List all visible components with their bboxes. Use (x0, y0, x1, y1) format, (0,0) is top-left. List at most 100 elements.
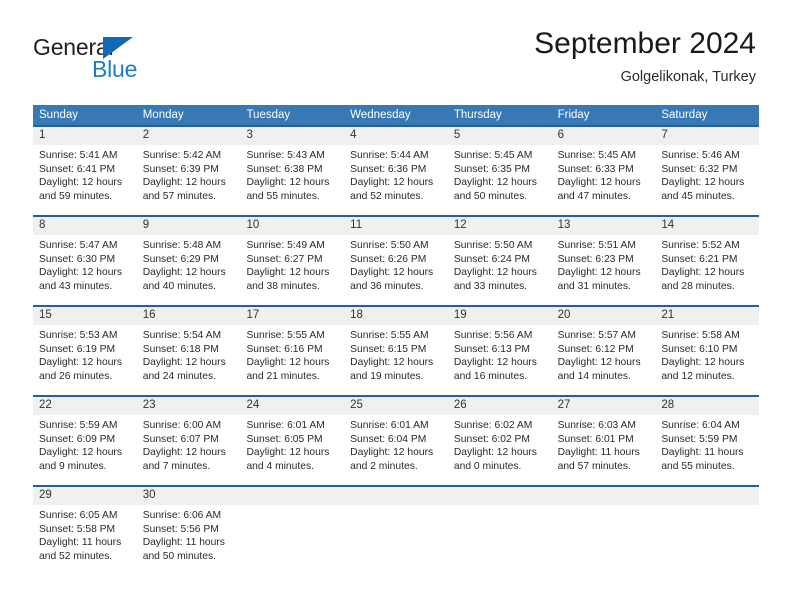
weekday-header-wednesday: Wednesday (344, 105, 448, 125)
daylight-text-line1: Daylight: 12 hours (557, 357, 641, 369)
calendar-week-row: 1 Sunrise: 5:41 AM Sunset: 6:41 PM Dayli… (33, 125, 760, 215)
day-cell[interactable]: 21 Sunrise: 5:58 AM Sunset: 6:10 PM Dayl… (655, 305, 760, 395)
weekday-header-saturday: Saturday (655, 105, 760, 125)
day-details: Sunrise: 5:43 AM Sunset: 6:38 PM Dayligh… (240, 145, 344, 203)
day-cell[interactable]: 4 Sunrise: 5:44 AM Sunset: 6:36 PM Dayli… (344, 125, 448, 215)
daylight-text-line2: and 45 minutes. (661, 190, 735, 202)
day-cell[interactable]: 27 Sunrise: 6:03 AM Sunset: 6:01 PM Dayl… (551, 395, 656, 485)
location-subtitle: Golgelikonak, Turkey (620, 69, 756, 85)
day-cell[interactable]: 28 Sunrise: 6:04 AM Sunset: 5:59 PM Dayl… (655, 395, 760, 485)
sunset-text: Sunset: 6:19 PM (39, 343, 116, 355)
daylight-text-line1: Daylight: 12 hours (142, 357, 226, 369)
day-cell[interactable]: 13 Sunrise: 5:51 AM Sunset: 6:23 PM Dayl… (551, 215, 656, 305)
weekday-header-tuesday: Tuesday (240, 105, 345, 125)
day-number: 20 (551, 305, 656, 325)
daylight-text-line2: and 36 minutes. (350, 280, 424, 292)
day-cell[interactable]: 9 Sunrise: 5:48 AM Sunset: 6:29 PM Dayli… (136, 215, 241, 305)
daylight-text-line2: and 0 minutes. (453, 460, 522, 472)
day-cell[interactable]: 19 Sunrise: 5:56 AM Sunset: 6:13 PM Dayl… (447, 305, 552, 395)
sunset-text: Sunset: 6:33 PM (557, 163, 634, 175)
daylight-text-line2: and 55 minutes. (661, 460, 735, 472)
weekday-header-sunday: Sunday (33, 105, 137, 125)
day-cell[interactable]: 7 Sunrise: 5:46 AM Sunset: 6:32 PM Dayli… (655, 125, 760, 215)
daylight-text-line1: Daylight: 12 hours (142, 267, 226, 279)
sunset-text: Sunset: 6:26 PM (350, 253, 427, 265)
day-details: Sunrise: 5:53 AM Sunset: 6:19 PM Dayligh… (33, 325, 137, 383)
daylight-text-line1: Daylight: 12 hours (661, 357, 745, 369)
weekday-header-monday: Monday (136, 105, 241, 125)
sunrise-text: Sunrise: 5:53 AM (39, 330, 118, 341)
day-cell[interactable]: 23 Sunrise: 6:00 AM Sunset: 6:07 PM Dayl… (136, 395, 241, 485)
day-cell-empty (240, 485, 345, 573)
sunrise-text: Sunrise: 5:42 AM (142, 150, 222, 161)
day-cell[interactable]: 8 Sunrise: 5:47 AM Sunset: 6:30 PM Dayli… (33, 215, 137, 305)
day-cell[interactable]: 20 Sunrise: 5:57 AM Sunset: 6:12 PM Dayl… (551, 305, 656, 395)
sunrise-text: Sunrise: 5:45 AM (453, 150, 533, 161)
daylight-text-line2: and 50 minutes. (142, 550, 216, 562)
sunrise-text: Sunrise: 5:48 AM (142, 240, 222, 251)
daylight-text-line2: and 33 minutes. (453, 280, 528, 292)
daylight-text-line1: Daylight: 12 hours (661, 267, 745, 279)
daylight-text-line2: and 16 minutes. (453, 370, 528, 382)
day-cell[interactable]: 30 Sunrise: 6:06 AM Sunset: 5:56 PM Dayl… (136, 485, 241, 573)
general-blue-logo[interactable]: General Blue (33, 34, 193, 86)
day-cell[interactable]: 18 Sunrise: 5:55 AM Sunset: 6:15 PM Dayl… (344, 305, 448, 395)
daylight-text-line1: Daylight: 12 hours (350, 267, 434, 279)
day-details: Sunrise: 5:49 AM Sunset: 6:27 PM Dayligh… (240, 235, 344, 293)
title-block: September 2024 Golgelikonak, Turkey (534, 26, 756, 87)
sunrise-text: Sunrise: 5:43 AM (246, 150, 325, 161)
sunset-text: Sunset: 6:27 PM (246, 253, 323, 265)
day-number: 13 (551, 215, 656, 235)
day-number: 24 (240, 395, 345, 415)
day-number (655, 485, 760, 505)
day-cell[interactable]: 24 Sunrise: 6:01 AM Sunset: 6:05 PM Dayl… (240, 395, 345, 485)
day-cell[interactable]: 22 Sunrise: 5:59 AM Sunset: 6:09 PM Dayl… (33, 395, 137, 485)
day-cell[interactable]: 3 Sunrise: 5:43 AM Sunset: 6:38 PM Dayli… (240, 125, 345, 215)
day-number: 15 (33, 305, 137, 325)
day-details: Sunrise: 5:57 AM Sunset: 6:12 PM Dayligh… (552, 325, 656, 383)
day-cell[interactable]: 12 Sunrise: 5:50 AM Sunset: 6:24 PM Dayl… (447, 215, 552, 305)
sunset-text: Sunset: 6:15 PM (350, 343, 427, 355)
daylight-text-line1: Daylight: 12 hours (39, 267, 122, 279)
weekday-header-row: Sunday Monday Tuesday Wednesday Thursday… (33, 105, 760, 125)
sunrise-text: Sunrise: 5:55 AM (246, 330, 325, 341)
day-cell[interactable]: 5 Sunrise: 5:45 AM Sunset: 6:35 PM Dayli… (447, 125, 552, 215)
sunset-text: Sunset: 6:04 PM (350, 433, 427, 445)
day-cell-empty (655, 485, 760, 573)
sunset-text: Sunset: 6:10 PM (661, 343, 738, 355)
daylight-text-line1: Daylight: 11 hours (142, 537, 225, 549)
day-cell[interactable]: 14 Sunrise: 5:52 AM Sunset: 6:21 PM Dayl… (655, 215, 760, 305)
day-cell-empty (551, 485, 656, 573)
day-cell[interactable]: 16 Sunrise: 5:54 AM Sunset: 6:18 PM Dayl… (136, 305, 241, 395)
day-number: 9 (136, 215, 241, 235)
day-cell[interactable]: 10 Sunrise: 5:49 AM Sunset: 6:27 PM Dayl… (240, 215, 345, 305)
sunrise-text: Sunrise: 6:05 AM (39, 510, 118, 521)
day-cell[interactable]: 11 Sunrise: 5:50 AM Sunset: 6:26 PM Dayl… (344, 215, 448, 305)
day-number: 26 (447, 395, 552, 415)
daylight-text-line2: and 2 minutes. (350, 460, 418, 472)
daylight-text-line2: and 43 minutes. (39, 280, 113, 292)
day-cell[interactable]: 1 Sunrise: 5:41 AM Sunset: 6:41 PM Dayli… (33, 125, 137, 215)
sunset-text: Sunset: 6:09 PM (39, 433, 116, 445)
day-cell[interactable]: 6 Sunrise: 5:45 AM Sunset: 6:33 PM Dayli… (551, 125, 656, 215)
day-details: Sunrise: 5:50 AM Sunset: 6:24 PM Dayligh… (448, 235, 552, 293)
day-number: 6 (551, 125, 656, 145)
daylight-text-line1: Daylight: 12 hours (246, 177, 330, 189)
day-number: 19 (447, 305, 552, 325)
day-cell-empty (447, 485, 552, 573)
daylight-text-line2: and 50 minutes. (453, 190, 528, 202)
daylight-text-line2: and 26 minutes. (39, 370, 113, 382)
daylight-text-line1: Daylight: 11 hours (661, 447, 744, 459)
daylight-text-line1: Daylight: 12 hours (453, 177, 537, 189)
day-cell[interactable]: 29 Sunrise: 6:05 AM Sunset: 5:58 PM Dayl… (33, 485, 137, 573)
day-cell[interactable]: 25 Sunrise: 6:01 AM Sunset: 6:04 PM Dayl… (344, 395, 448, 485)
sunrise-text: Sunrise: 5:49 AM (246, 240, 325, 251)
day-cell[interactable]: 17 Sunrise: 5:55 AM Sunset: 6:16 PM Dayl… (240, 305, 345, 395)
day-cell[interactable]: 15 Sunrise: 5:53 AM Sunset: 6:19 PM Dayl… (33, 305, 137, 395)
daylight-text-line1: Daylight: 11 hours (39, 537, 122, 549)
logo-text-blue: Blue (92, 56, 138, 82)
daylight-text-line2: and 52 minutes. (39, 550, 113, 562)
sunset-text: Sunset: 6:32 PM (661, 163, 738, 175)
day-cell[interactable]: 26 Sunrise: 6:02 AM Sunset: 6:02 PM Dayl… (447, 395, 552, 485)
day-cell[interactable]: 2 Sunrise: 5:42 AM Sunset: 6:39 PM Dayli… (136, 125, 241, 215)
